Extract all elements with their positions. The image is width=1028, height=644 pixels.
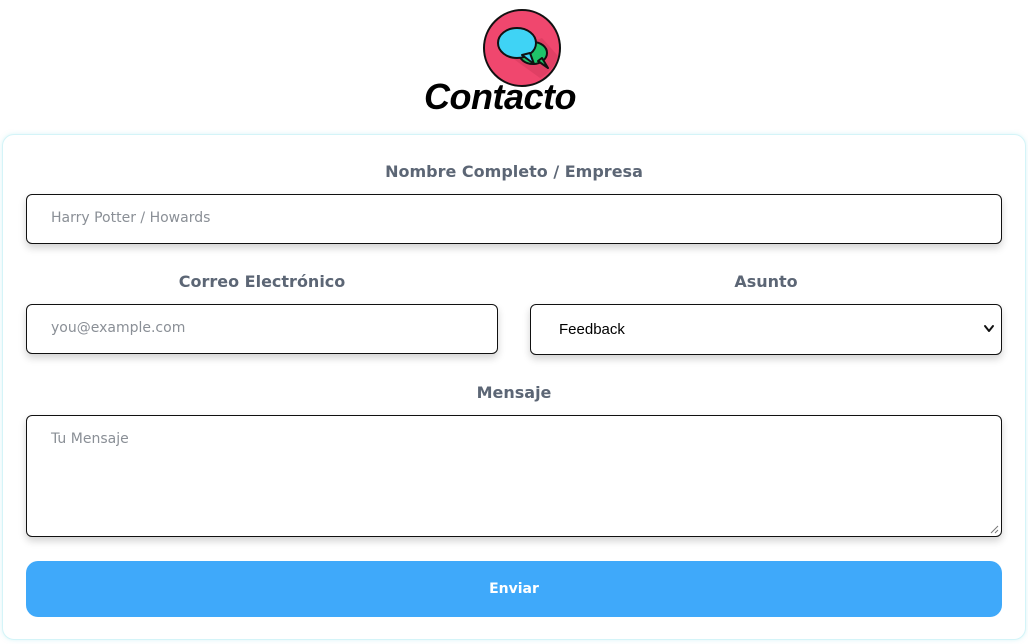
chevron-down-icon — [984, 325, 994, 332]
message-label: Mensaje — [476, 383, 552, 402]
subject-selected-value: Feedback — [559, 321, 625, 338]
subject-label: Asunto — [734, 272, 798, 291]
subject-select[interactable]: Feedback — [530, 304, 1002, 355]
page-header: Contacto — [0, 0, 1028, 120]
email-input[interactable]: you@example.com — [26, 304, 498, 354]
resize-grip-icon[interactable] — [989, 524, 999, 534]
email-placeholder: you@example.com — [51, 320, 186, 336]
name-input[interactable]: Harry Potter / Howards — [26, 194, 1002, 244]
message-placeholder: Tu Mensaje — [51, 431, 129, 447]
email-label: Correo Electrónico — [178, 272, 346, 291]
message-textarea[interactable]: Tu Mensaje — [26, 415, 1002, 537]
name-label: Nombre Completo / Empresa — [385, 162, 643, 181]
name-placeholder: Harry Potter / Howards — [51, 210, 211, 226]
page-title: Contacto — [424, 76, 577, 117]
submit-button[interactable]: Enviar — [26, 561, 1002, 617]
